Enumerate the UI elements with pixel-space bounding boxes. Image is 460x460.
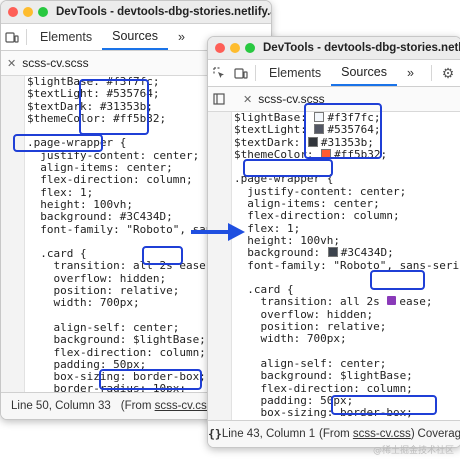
close-window-button[interactable] [8, 7, 18, 17]
coverage-label: Coverag [417, 428, 460, 440]
close-icon[interactable]: ✕ [7, 57, 16, 70]
file-tab-bar: ✕ scss-cv.scss [208, 87, 460, 112]
minimize-window-button[interactable] [230, 43, 240, 53]
divider [431, 65, 432, 81]
watermark: @稀土掘金技术社区 [372, 446, 454, 456]
color-value: #535764; [327, 123, 381, 137]
code-text: $themeColor: [234, 147, 321, 161]
code-line[interactable]: 35 background: #3C434D; [208, 246, 460, 260]
code-text: .page-wrapper { [27, 136, 127, 150]
window-title: DevTools - devtools-dbg-stories.netlify.… [56, 6, 271, 18]
code-text: width: 700px; [234, 332, 347, 346]
code-text: font-family: "Roboto", sans-serif; [234, 258, 460, 272]
panel-tabbar: Elements Sources » ⚙ [208, 60, 460, 87]
code-text: transition: all 2s ease; [27, 259, 213, 273]
inspect-icon[interactable] [208, 60, 230, 86]
code-editor[interactable]: 24$lightBase: #f3f7fc;25$textLight: #535… [208, 111, 460, 445]
window-controls [1, 7, 48, 17]
sidebar-toggle-icon[interactable] [208, 93, 230, 105]
code-text: .page-wrapper { [234, 172, 334, 186]
code-text: width: 700px; [27, 296, 140, 310]
color-value: #3C434D; [340, 246, 394, 260]
source-map-link[interactable]: scss-cv.css [353, 428, 411, 440]
code-text: flex-direction: column; [234, 209, 400, 223]
close-icon[interactable]: ✕ [243, 93, 252, 106]
divider [26, 29, 27, 45]
code-line[interactable]: 29.page-wrapper { [208, 172, 460, 186]
maximize-window-button[interactable] [245, 43, 255, 53]
device-toggle-icon[interactable] [1, 24, 23, 50]
code-text: flex-direction: column; [27, 173, 193, 187]
source-map-prefix: (From [120, 400, 155, 412]
code-text: background: #3C434D; [27, 210, 173, 224]
code-line[interactable]: 45 background: $lightBase; [208, 369, 460, 383]
window-title: DevTools - devtools-dbg-stories.netlify.… [263, 42, 460, 54]
device-toggle-icon[interactable] [230, 60, 252, 86]
color-swatch-icon[interactable] [314, 124, 325, 135]
code-line[interactable]: 27$themeColor: #ff5b32; [208, 147, 460, 161]
tab-sources[interactable]: Sources [331, 60, 397, 86]
cursor-position: Line 43, Column 1 [221, 428, 316, 440]
title-bar: DevTools - devtools-dbg-stories.netlify.… [1, 1, 271, 24]
source-map-prefix: (From [319, 428, 353, 440]
code-text: $textLight: #535764; [27, 87, 160, 101]
title-bar: DevTools - devtools-dbg-stories.netlify.… [208, 37, 460, 60]
code-text: $textLight: [234, 123, 314, 137]
cursor-position: Line 50, Column 33 [11, 400, 111, 412]
code-text: transition: all 2s [234, 295, 387, 309]
close-window-button[interactable] [215, 43, 225, 53]
code-line[interactable]: 39 transition: all 2s ease; [208, 295, 460, 309]
code-line[interactable]: 42 width: 700px; [208, 332, 460, 346]
file-tab[interactable]: ✕ scss-cv.scss [1, 56, 95, 70]
arrow-right-icon [191, 223, 245, 241]
file-tab-label: scss-cv.scss [22, 56, 89, 70]
code-text: background: [234, 246, 327, 260]
easing-value: ease; [399, 295, 433, 309]
code-text: background: $lightBase; [234, 369, 413, 383]
more-tabs-icon[interactable]: » [397, 60, 424, 86]
line-gutter [1, 76, 25, 409]
window-controls [208, 43, 255, 53]
tab-elements[interactable]: Elements [30, 24, 102, 50]
tab-elements[interactable]: Elements [259, 60, 331, 86]
ease-curve-icon[interactable] [387, 296, 397, 306]
minimize-window-button[interactable] [23, 7, 33, 17]
color-value: #ff5b32; [334, 147, 388, 161]
source-map-link[interactable]: scss-cv.css [155, 400, 213, 412]
braces-icon[interactable]: {} [208, 427, 222, 441]
color-swatch-icon[interactable] [314, 112, 325, 122]
color-swatch-icon[interactable] [327, 247, 338, 258]
more-tabs-icon[interactable]: » [168, 24, 195, 50]
code-text: flex-direction: column; [27, 345, 206, 359]
color-swatch-icon[interactable] [307, 136, 318, 147]
code-line[interactable]: 36 font-family: "Roboto", sans-serif; [208, 258, 460, 272]
code-text: background: $lightBase; [27, 333, 206, 347]
divider [255, 65, 256, 81]
code-text: flex-direction: column; [234, 381, 413, 395]
code-text: $themeColor: #ff5b32; [27, 111, 167, 125]
settings-gear-icon[interactable]: ⚙ [435, 60, 460, 86]
tab-sources[interactable]: Sources [102, 24, 168, 50]
code-line[interactable]: 25$textLight: #535764; [208, 123, 460, 137]
source-map-suffix: ) [410, 428, 415, 440]
code-line[interactable]: 46 flex-direction: column; [208, 381, 460, 395]
line-gutter [208, 112, 232, 445]
color-swatch-icon[interactable] [321, 148, 332, 159]
file-tab-label: scss-cv.scss [258, 92, 325, 106]
file-tab[interactable]: ✕ scss-cv.scss [237, 92, 331, 106]
maximize-window-button[interactable] [38, 7, 48, 17]
